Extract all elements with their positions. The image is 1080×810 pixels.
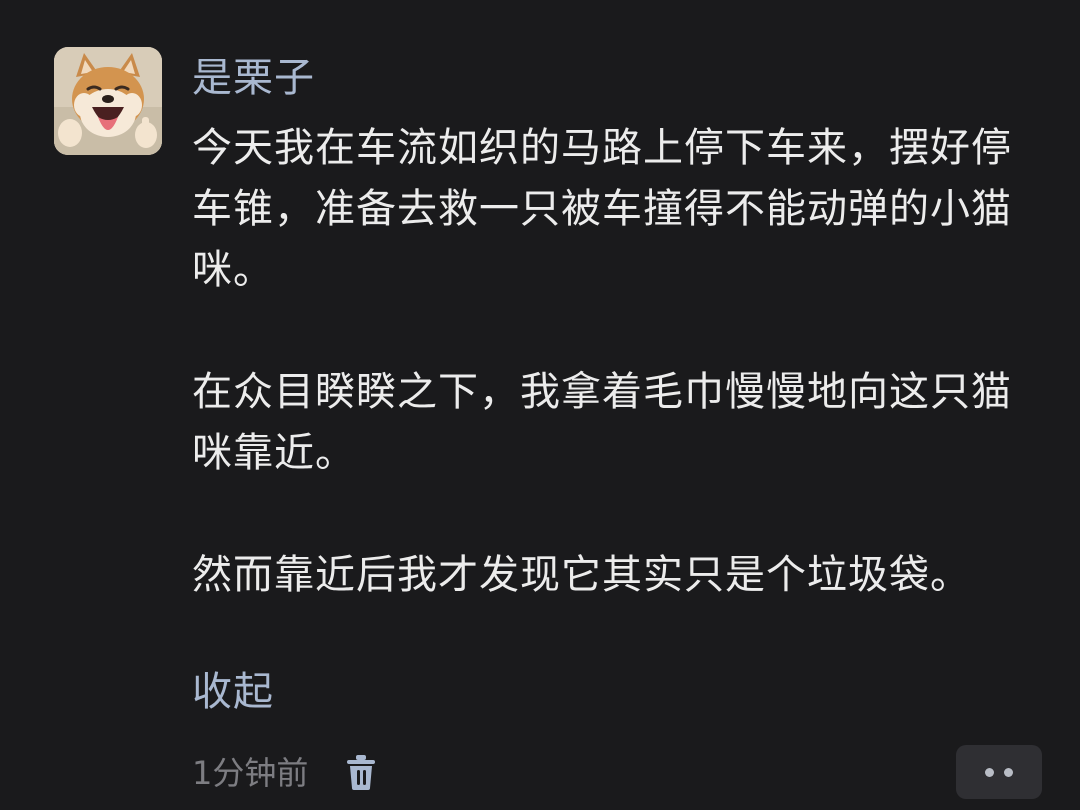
avatar[interactable] [54,47,162,155]
more-button[interactable] [956,745,1042,799]
username[interactable]: 是栗子 [192,50,315,106]
more-dots-icon [1004,767,1013,777]
shiba-dog-avatar-icon [54,47,162,155]
comment-paragraph: 在众目睽睽之下，我拿着毛巾慢慢地向这只猫咪靠近。 [192,369,1012,476]
trash-icon[interactable] [344,754,378,792]
comment-meta: 1分钟前 [192,748,378,798]
collapse-button[interactable]: 收起 [192,664,274,720]
comment-paragraph: 今天我在车流如织的马路上停下车来，摆好停车锥，准备去救一只被车撞得不能动弹的小猫… [192,125,1012,293]
comment-paragraph: 然而靠近后我才发现它其实只是个垃圾袋。 [192,552,971,598]
more-dots-icon [985,767,994,777]
comment-item: 是栗子 今天我在车流如织的马路上停下车来，摆好停车锥，准备去救一只被车撞得不能动… [0,0,1080,810]
timestamp: 1分钟前 [192,754,309,792]
comment-body: 今天我在车流如织的马路上停下车来，摆好停车锥，准备去救一只被车撞得不能动弹的小猫… [192,118,1032,606]
